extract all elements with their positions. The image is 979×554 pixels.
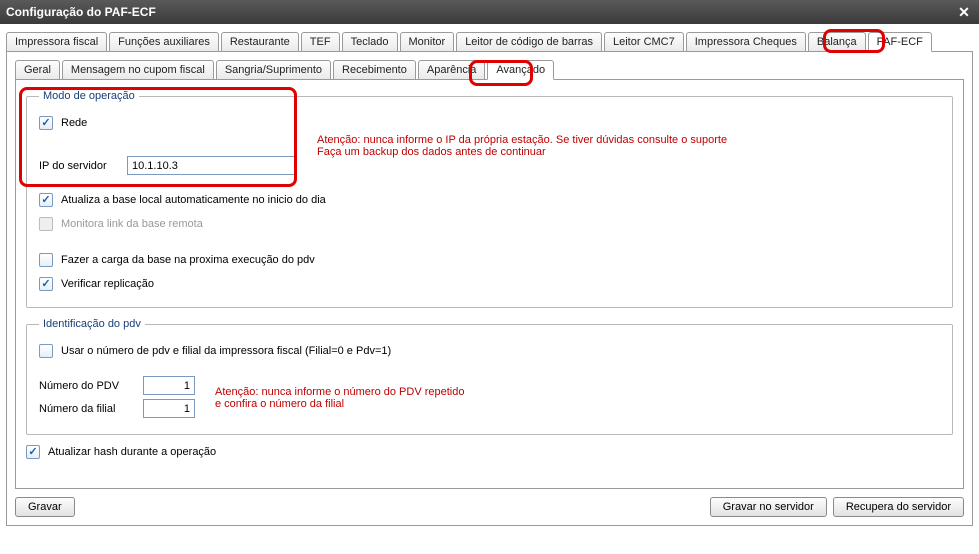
label-usar-numero-pdv: Usar o número de pdv e filial da impress… [61, 345, 391, 357]
main-tab-balan-a[interactable]: Balança [808, 32, 866, 51]
checkbox-usar-numero-pdv[interactable] [39, 344, 53, 358]
fieldset-identificacao-pdv: Identificação do pdv Usar o número de pd… [26, 318, 953, 435]
input-ip-servidor[interactable] [127, 156, 297, 175]
warning-ip-line2: Faça um backup dos dados antes de contin… [317, 146, 727, 158]
checkbox-verificar-replicacao[interactable] [39, 277, 53, 291]
main-tabs: Impressora fiscalFunções auxiliaresResta… [6, 32, 973, 51]
warning-pdv-line2: e confira o número da filial [215, 398, 464, 410]
input-numero-filial[interactable] [143, 399, 195, 418]
main-tab-teclado[interactable]: Teclado [342, 32, 398, 51]
label-carga-base: Fazer a carga da base na proxima execuçã… [61, 254, 315, 266]
legend-ident: Identificação do pdv [39, 318, 145, 330]
main-tab-restaurante[interactable]: Restaurante [221, 32, 299, 51]
label-rede: Rede [61, 117, 87, 129]
label-ip-servidor: IP do servidor [39, 160, 119, 172]
label-numero-filial: Número da filial [39, 403, 135, 415]
sub-tab-avan-ado[interactable]: Avançado [487, 60, 554, 80]
label-atualiza-base: Atualiza a base local automaticamente no… [61, 194, 326, 206]
footer-buttons: Gravar Gravar no servidor Recupera do se… [15, 497, 964, 517]
window-title: Configuração do PAF-ECF [6, 5, 156, 19]
main-tab-impressora-fiscal[interactable]: Impressora fiscal [6, 32, 107, 51]
sub-tab-apar-ncia[interactable]: Aparência [418, 60, 486, 79]
warning-ip-line1: Atenção: nunca informe o IP da própria e… [317, 134, 727, 146]
checkbox-atualizar-hash[interactable] [26, 445, 40, 459]
main-tab-paf-ecf[interactable]: PAF-ECF [868, 32, 932, 52]
label-verificar-replicacao: Verificar replicação [61, 278, 154, 290]
label-atualizar-hash: Atualizar hash durante a operação [48, 446, 216, 458]
label-numero-pdv: Número do PDV [39, 380, 135, 392]
sub-tab-mensagem-no-cupom-fiscal[interactable]: Mensagem no cupom fiscal [62, 60, 214, 79]
recupera-servidor-button[interactable]: Recupera do servidor [833, 497, 964, 517]
main-tab-panel: GeralMensagem no cupom fiscalSangria/Sup… [6, 51, 973, 526]
close-icon[interactable]: ✕ [955, 4, 973, 21]
warning-pdv-line1: Atenção: nunca informe o número do PDV r… [215, 386, 464, 398]
main-tab-fun-es-auxiliares[interactable]: Funções auxiliares [109, 32, 219, 51]
checkbox-monitora-link [39, 217, 53, 231]
main-tab-leitor-de-c-digo-de-barras[interactable]: Leitor de código de barras [456, 32, 602, 51]
main-tab-monitor[interactable]: Monitor [400, 32, 455, 51]
sub-tabs: GeralMensagem no cupom fiscalSangria/Sup… [15, 60, 964, 79]
window-titlebar: Configuração do PAF-ECF ✕ [0, 0, 979, 24]
gravar-button[interactable]: Gravar [15, 497, 75, 517]
input-numero-pdv[interactable] [143, 376, 195, 395]
sub-tab-sangria-suprimento[interactable]: Sangria/Suprimento [216, 60, 331, 79]
checkbox-rede[interactable] [39, 116, 53, 130]
gravar-servidor-button[interactable]: Gravar no servidor [710, 497, 827, 517]
legend-modo: Modo de operação [39, 90, 139, 102]
sub-tab-recebimento[interactable]: Recebimento [333, 60, 416, 79]
main-tab-leitor-cmc7[interactable]: Leitor CMC7 [604, 32, 684, 51]
sub-tab-geral[interactable]: Geral [15, 60, 60, 79]
label-monitora-link: Monitora link da base remota [61, 218, 203, 230]
checkbox-atualiza-base[interactable] [39, 193, 53, 207]
checkbox-carga-base[interactable] [39, 253, 53, 267]
main-tab-tef[interactable]: TEF [301, 32, 340, 51]
main-tab-impressora-cheques[interactable]: Impressora Cheques [686, 32, 806, 51]
sub-tab-panel: Modo de operação Rede IP do servidor [15, 79, 964, 489]
fieldset-modo-operacao: Modo de operação Rede IP do servidor [26, 90, 953, 308]
